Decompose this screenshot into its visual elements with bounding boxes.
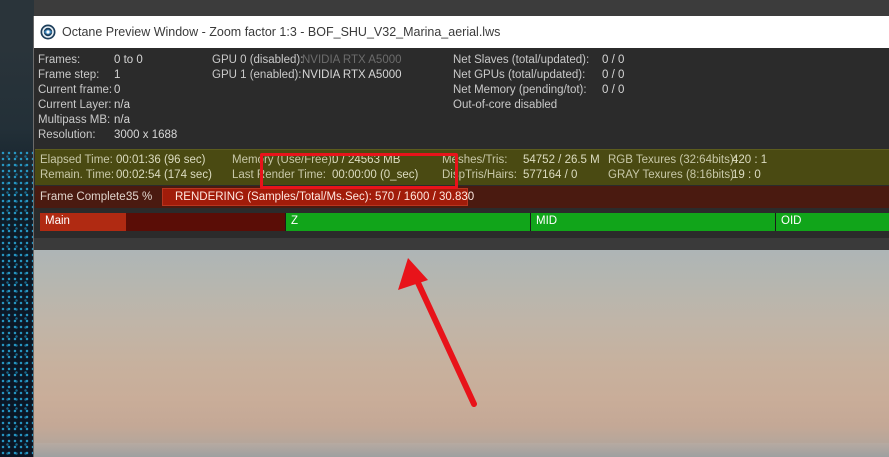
desktop-background-top bbox=[0, 0, 889, 16]
stat-value-frame-step: 1 bbox=[114, 69, 121, 81]
pass-tab-oid[interactable]: OID bbox=[776, 213, 889, 231]
render-horizon bbox=[34, 443, 889, 457]
out-of-core-status: Out-of-core disabled bbox=[453, 99, 558, 111]
stat-value-resolution: 3000 x 1688 bbox=[114, 129, 178, 141]
meshes-tris-value: 54752 / 26.5 M bbox=[523, 154, 600, 166]
elapsed-time-label: Elapsed Time: bbox=[40, 154, 113, 166]
remaining-time-label: Remain. Time: bbox=[40, 169, 115, 181]
frame-complete-label: Frame Complete: bbox=[40, 191, 129, 203]
frame-complete-value: 35 % bbox=[126, 191, 153, 203]
gray-textures-value: 19 : 0 bbox=[732, 169, 761, 181]
render-stats-panel: Frames: 0 to 0 Frame step: 1 Current fra… bbox=[34, 48, 889, 250]
stat-label-frame-step: Frame step: bbox=[38, 69, 100, 81]
stat-label-frames: Frames: bbox=[38, 54, 81, 66]
pass-tab-mid[interactable]: MID bbox=[531, 213, 776, 231]
gpu1-name: NVIDIA RTX A5000 bbox=[302, 69, 402, 81]
render-progress-band: Frame Complete: 35 % RENDERING (Samples/… bbox=[35, 186, 889, 208]
render-pass-tabs: Main Z MID OID bbox=[40, 213, 889, 231]
octane-preview-window: Octane Preview Window - Zoom factor 1:3 … bbox=[33, 16, 889, 457]
gpu1-label: GPU 1 (enabled): bbox=[212, 69, 302, 81]
rgb-textures-label: RGB Texures (32:64bits): bbox=[608, 154, 737, 166]
disp-tris-hairs-value: 577164 / 0 bbox=[523, 169, 578, 181]
gray-textures-label: GRAY Texures (8:16bits): bbox=[608, 169, 738, 181]
rendering-status-text: RENDERING (Samples/Total/Ms.Sec): 570 / … bbox=[175, 191, 475, 203]
stat-label-current-layer: Current Layer: bbox=[38, 99, 112, 111]
elapsed-time-value: 00:01:36 (96 sec) bbox=[116, 154, 206, 166]
pass-tab-z-label: Z bbox=[291, 215, 299, 227]
window-title: Octane Preview Window - Zoom factor 1:3 … bbox=[62, 25, 501, 39]
annotation-highlight-box bbox=[260, 153, 458, 189]
pass-tab-main-label: Main bbox=[45, 215, 70, 227]
stat-value-current-frame: 0 bbox=[114, 84, 121, 96]
rgb-textures-value: 420 : 1 bbox=[732, 154, 768, 166]
render-time-stats-band: Elapsed Time: 00:01:36 (96 sec) Remain. … bbox=[35, 149, 889, 185]
background-window-fragment bbox=[0, 0, 34, 457]
rendering-status-bar: RENDERING (Samples/Total/Ms.Sec): 570 / … bbox=[162, 188, 474, 206]
net-memory-label: Net Memory (pending/tot): bbox=[453, 84, 587, 96]
stat-value-multipass-mb: n/a bbox=[114, 114, 130, 126]
pass-tab-mid-label: MID bbox=[536, 215, 558, 227]
net-memory-value: 0 / 0 bbox=[602, 84, 625, 96]
pass-tab-z[interactable]: Z bbox=[286, 213, 531, 231]
background-point-cloud bbox=[0, 150, 34, 457]
net-slaves-value: 0 / 0 bbox=[602, 54, 625, 66]
stat-value-current-layer: n/a bbox=[114, 99, 130, 111]
panel-bottom-edge bbox=[34, 238, 889, 250]
stat-label-multipass-mb: Multipass MB: bbox=[38, 114, 111, 126]
net-gpus-value: 0 / 0 bbox=[602, 69, 625, 81]
stat-label-resolution: Resolution: bbox=[38, 129, 96, 141]
annotation-arrow-icon bbox=[398, 258, 477, 407]
stat-label-current-frame: Current frame: bbox=[38, 84, 113, 96]
gpu0-name: NVIDIA RTX A5000 bbox=[302, 54, 402, 66]
window-titlebar[interactable]: Octane Preview Window - Zoom factor 1:3 … bbox=[34, 16, 889, 48]
net-slaves-label: Net Slaves (total/updated): bbox=[453, 54, 590, 66]
stat-value-frames: 0 to 0 bbox=[114, 54, 143, 66]
octane-logo-icon bbox=[40, 24, 56, 40]
net-gpus-label: Net GPUs (total/updated): bbox=[453, 69, 586, 81]
pass-tab-main[interactable]: Main bbox=[40, 213, 286, 231]
remaining-time-value: 00:02:54 (174 sec) bbox=[116, 169, 212, 181]
pass-tab-oid-label: OID bbox=[781, 215, 802, 227]
gpu0-label: GPU 0 (disabled): bbox=[212, 54, 304, 66]
